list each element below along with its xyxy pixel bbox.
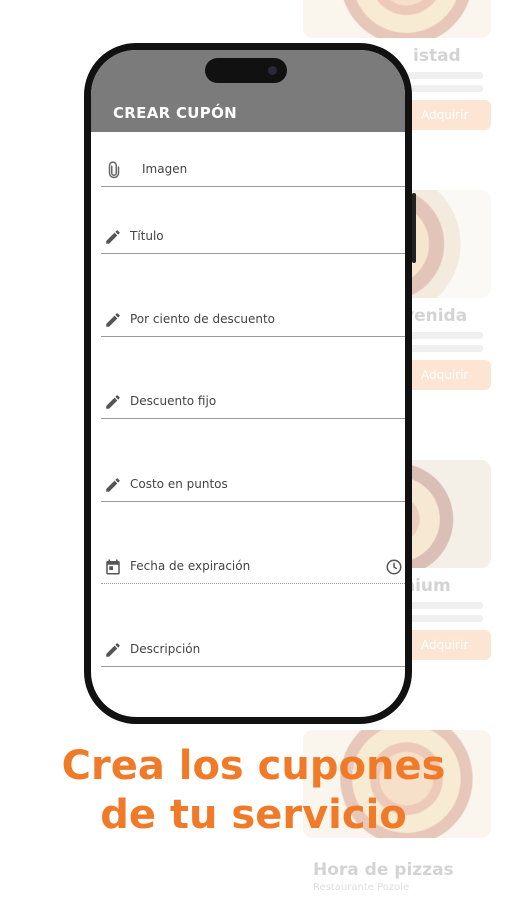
percent-discount-field[interactable]: Por ciento de descuento — [101, 305, 405, 337]
camera-icon — [268, 66, 277, 75]
image-label: Imagen — [142, 162, 188, 176]
dynamic-island — [205, 58, 287, 83]
field-underline — [101, 253, 405, 254]
field-underline — [101, 501, 405, 502]
title-label: Título — [130, 229, 164, 243]
pencil-icon — [106, 395, 120, 409]
pencil-icon — [106, 478, 120, 492]
expiration-date-field[interactable]: Fecha de expiración — [101, 552, 405, 585]
phone-screen: CREAR CUPÓN Imagen Título Por ciento de … — [91, 50, 405, 717]
percent-discount-label: Por ciento de descuento — [130, 312, 275, 326]
field-underline — [101, 666, 405, 667]
promo-tagline: Crea los cupones de tu servicio — [0, 742, 507, 840]
phone-side-button — [412, 193, 416, 263]
phone-frame: CREAR CUPÓN Imagen Título Por ciento de … — [84, 43, 416, 724]
field-underline — [101, 418, 405, 419]
page-title: CREAR CUPÓN — [113, 104, 237, 122]
tagline-line-2: de tu servicio — [100, 792, 407, 838]
points-cost-field[interactable]: Costo en puntos — [101, 470, 405, 502]
field-underline — [101, 186, 405, 187]
description-field[interactable]: Descripción — [101, 635, 405, 667]
expiration-date-label: Fecha de expiración — [130, 559, 251, 573]
calendar-icon — [106, 559, 120, 575]
points-cost-label: Costo en puntos — [130, 477, 228, 491]
app-bar: CREAR CUPÓN — [91, 50, 405, 132]
coupon-title: Hora de pizzas — [313, 860, 454, 880]
description-label: Descripción — [130, 642, 201, 656]
tagline-line-1: Crea los cupones — [61, 743, 446, 789]
fixed-discount-label: Descuento fijo — [130, 394, 217, 408]
fixed-discount-field[interactable]: Descuento fijo — [101, 387, 405, 419]
field-underline — [101, 336, 405, 337]
image-field[interactable]: Imagen — [101, 155, 405, 187]
pencil-icon — [106, 643, 120, 657]
attachment-icon — [108, 161, 120, 179]
title-field[interactable]: Título — [101, 222, 405, 254]
pencil-icon — [106, 313, 120, 327]
coupon-subtitle: Restaurante Pozole — [313, 882, 410, 893]
coupon-image — [303, 0, 491, 38]
field-underline — [101, 583, 405, 585]
pencil-icon — [106, 230, 120, 244]
clock-icon[interactable] — [385, 558, 403, 576]
